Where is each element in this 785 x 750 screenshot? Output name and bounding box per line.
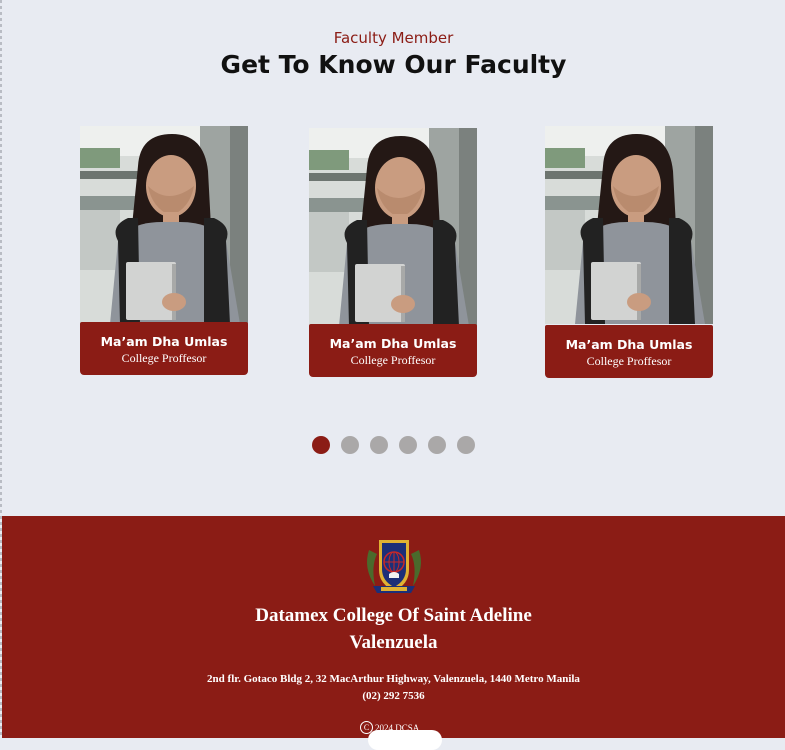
carousel-pagination bbox=[312, 436, 475, 454]
faculty-name: Ma’am Dha Umlas bbox=[100, 334, 228, 349]
carousel-dot[interactable] bbox=[428, 436, 446, 454]
section-heading: Get To Know Our Faculty bbox=[220, 50, 567, 79]
carousel-dot[interactable] bbox=[341, 436, 359, 454]
school-phone: (02) 292 7536 bbox=[362, 690, 425, 702]
faculty-name: Ma’am Dha Umlas bbox=[565, 337, 693, 352]
carousel-dot[interactable] bbox=[399, 436, 417, 454]
school-name-line2: Valenzuela bbox=[349, 632, 438, 653]
site-footer: Datamex College Of Saint Adeline Valenzu… bbox=[2, 516, 785, 738]
faculty-role: College Proffesor bbox=[121, 351, 207, 365]
carousel-dot[interactable] bbox=[312, 436, 330, 454]
faculty-card[interactable]: Ma’am Dha Umlas College Proffesor bbox=[309, 128, 477, 377]
faculty-photo bbox=[545, 126, 713, 324]
faculty-caption: Ma’am Dha Umlas College Proffesor bbox=[309, 324, 477, 377]
school-name: Datamex College Of Saint Adeline Valenzu… bbox=[2, 602, 785, 656]
school-crest-icon bbox=[361, 536, 427, 601]
faculty-photo bbox=[80, 126, 248, 324]
school-contact: 2nd flr. Gotaco Bldg 2, 32 MacArthur Hig… bbox=[2, 671, 785, 705]
school-address: 2nd flr. Gotaco Bldg 2, 32 MacArthur Hig… bbox=[207, 673, 580, 685]
floating-pill-button[interactable] bbox=[368, 730, 442, 750]
faculty-caption: Ma’am Dha Umlas College Proffesor bbox=[80, 322, 248, 375]
faculty-section: Faculty Member Get To Know Our Faculty M… bbox=[2, 0, 785, 516]
faculty-card[interactable]: Ma’am Dha Umlas College Proffesor bbox=[545, 126, 713, 378]
carousel-dot[interactable] bbox=[457, 436, 475, 454]
carousel-dot[interactable] bbox=[370, 436, 388, 454]
school-name-line1: Datamex College Of Saint Adeline bbox=[255, 605, 532, 626]
faculty-caption: Ma’am Dha Umlas College Proffesor bbox=[545, 325, 713, 378]
faculty-photo bbox=[309, 128, 477, 326]
faculty-role: College Proffesor bbox=[586, 354, 672, 368]
faculty-name: Ma’am Dha Umlas bbox=[329, 336, 457, 351]
section-eyebrow: Faculty Member bbox=[333, 29, 454, 47]
faculty-role: College Proffesor bbox=[350, 353, 436, 367]
faculty-card[interactable]: Ma’am Dha Umlas College Proffesor bbox=[80, 126, 248, 375]
